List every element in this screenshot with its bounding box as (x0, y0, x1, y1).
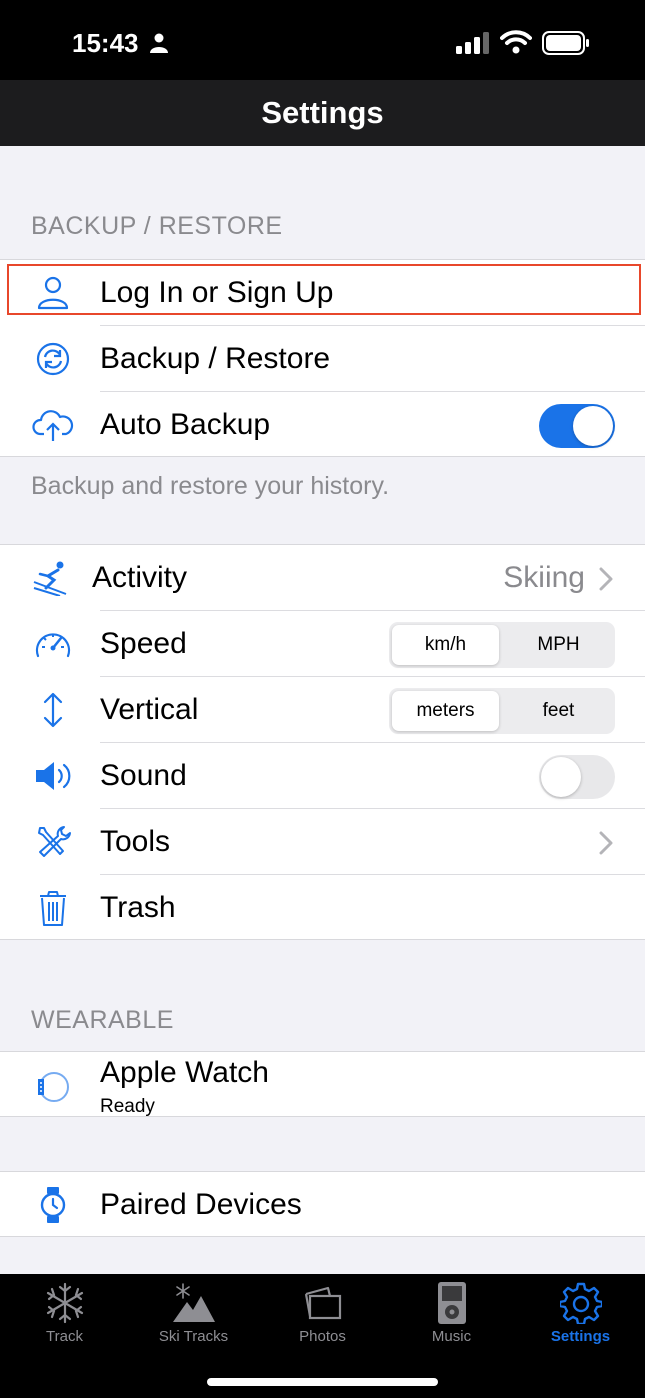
tab-label: Track (46, 1328, 83, 1345)
tab-ski-tracks[interactable]: Ski Tracks (129, 1274, 258, 1354)
vertical-option-meters[interactable]: meters (392, 691, 499, 731)
nav-bar: Settings (0, 80, 645, 146)
speed-option-mph[interactable]: MPH (505, 625, 612, 665)
page-title: Settings (261, 95, 384, 130)
tab-label: Photos (299, 1328, 346, 1345)
tools-icon (38, 826, 71, 857)
gear-icon (560, 1282, 602, 1324)
signal-icon (456, 32, 489, 54)
status-bar: 15:43 (0, 0, 645, 80)
apple-watch-status: Ready (100, 1096, 155, 1117)
activity-value: Skiing (503, 561, 585, 594)
tab-label: Settings (550, 1328, 611, 1345)
watch-icon (40, 1187, 66, 1223)
sync-icon (36, 342, 70, 376)
vertical-option-feet[interactable]: feet (505, 691, 612, 731)
apple-watch-icon (38, 1072, 69, 1102)
trash-icon (40, 891, 66, 926)
cloud-upload-icon (32, 410, 74, 441)
activity-label: Activity (92, 561, 188, 594)
settings-content: BACKUP / RESTORE Log In or Sign Up Backu… (0, 146, 645, 1274)
section-header-backup: BACKUP / RESTORE (31, 212, 283, 240)
chevron-right-icon (599, 567, 613, 591)
trash-label: Trash (100, 891, 176, 924)
tab-settings[interactable]: Settings (516, 1274, 645, 1354)
section-header-wearable: WEARABLE (31, 1006, 174, 1034)
battery-icon (542, 31, 589, 55)
speedometer-icon (35, 633, 71, 658)
wifi-icon (500, 30, 532, 54)
photos-icon (304, 1286, 342, 1320)
paired-devices-label: Paired Devices (100, 1188, 302, 1221)
speed-option-kmh[interactable]: km/h (392, 625, 499, 665)
toggle-knob (541, 757, 581, 797)
wearable-group: Apple Watch Ready (0, 1051, 645, 1117)
tab-photos[interactable]: Photos (258, 1274, 387, 1354)
backup-restore-row[interactable]: Backup / Restore (0, 326, 645, 392)
skier-icon (33, 561, 67, 596)
auto-backup-row: Auto Backup (0, 392, 645, 458)
vertical-segmented-control: meters feet (389, 688, 615, 734)
login-highlight-box (7, 264, 641, 315)
tab-track[interactable]: Track (0, 1274, 129, 1354)
activity-row[interactable]: Activity Skiing (0, 545, 645, 611)
apple-watch-label: Apple Watch (100, 1056, 269, 1089)
toggle-knob (573, 406, 613, 446)
auto-backup-label: Auto Backup (100, 408, 271, 441)
trash-row[interactable]: Trash (0, 875, 645, 941)
tab-music[interactable]: Music (387, 1274, 516, 1354)
person-icon (150, 33, 168, 53)
speed-row: Speed km/h MPH (0, 611, 645, 677)
tools-row[interactable]: Tools (0, 809, 645, 875)
home-indicator (207, 1378, 438, 1386)
sound-row: Sound (0, 743, 645, 809)
auto-backup-toggle[interactable] (539, 404, 615, 448)
backup-restore-label: Backup / Restore (100, 342, 331, 375)
mountain-icon (173, 1283, 215, 1322)
sound-toggle[interactable] (539, 755, 615, 799)
tools-label: Tools (100, 825, 171, 858)
backup-footer: Backup and restore your history. (31, 472, 390, 500)
vertical-row: Vertical meters feet (0, 677, 645, 743)
speed-label: Speed (100, 627, 187, 660)
paired-group: Paired Devices (0, 1171, 645, 1237)
vertical-label: Vertical (100, 693, 199, 726)
vertical-arrows-icon (43, 692, 63, 728)
ipod-icon (438, 1282, 466, 1324)
chevron-right-icon (599, 831, 613, 855)
general-group: Activity Skiing Speed km/h MPH Vertical … (0, 544, 645, 940)
tab-label: Ski Tracks (158, 1328, 229, 1345)
status-time: 15:43 (72, 28, 139, 58)
paired-devices-row[interactable]: Paired Devices (0, 1172, 645, 1238)
speed-segmented-control: km/h MPH (389, 622, 615, 668)
tab-label: Music (431, 1328, 472, 1345)
speaker-icon (36, 762, 71, 790)
apple-watch-row[interactable]: Apple Watch Ready (0, 1052, 645, 1118)
sound-label: Sound (100, 759, 187, 792)
snowflake-icon (46, 1282, 84, 1324)
